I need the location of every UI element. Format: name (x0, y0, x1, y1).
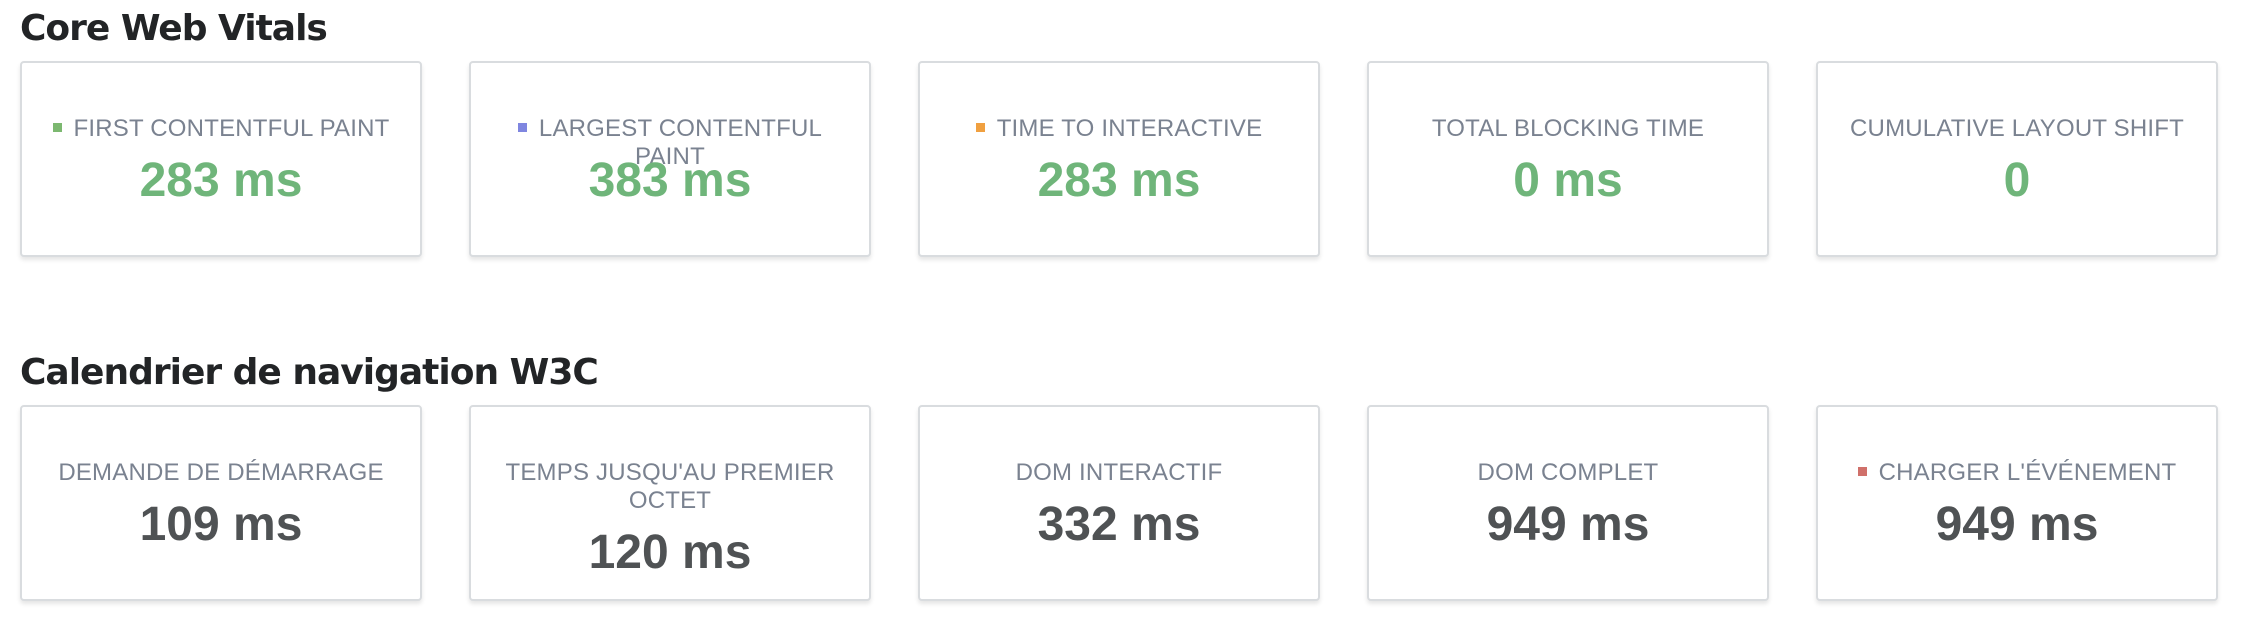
w3c-navigation-timing-cards: DEMANDE DE DÉMARRAGE 109 ms TEMPS JUSQU'… (20, 405, 2225, 603)
w3c-navigation-timing-heading: Calendrier de navigation W3C (20, 352, 599, 393)
metric-label: CUMULATIVE LAYOUT SHIFT (1838, 115, 2196, 143)
metric-label: TOTAL BLOCKING TIME (1389, 115, 1747, 143)
legend-square-icon (52, 123, 62, 133)
metric-value: 949 ms (1486, 498, 1650, 551)
metric-value: 109 ms (139, 498, 303, 551)
metric-label: DOM COMPLET (1389, 459, 1747, 487)
core-web-vitals-cards: FIRST CONTENTFUL PAINT 283 ms LARGEST CO… (20, 61, 2225, 259)
legend-square-icon (975, 123, 985, 133)
metric-label: TEMPS JUSQU'AU PREMIER OCTET (501, 459, 839, 515)
metric-value: 0 (2003, 154, 2031, 207)
metric-card-time-to-interactive: TIME TO INTERACTIVE 283 ms (918, 61, 1320, 257)
metric-card-request-start: DEMANDE DE DÉMARRAGE 109 ms (20, 405, 422, 601)
metric-card-largest-contentful-paint: LARGEST CONTENTFUL PAINT 383 ms (469, 61, 871, 257)
metric-label-text: DOM INTERACTIF (1015, 459, 1223, 486)
metric-value: 949 ms (1935, 498, 2099, 551)
metric-card-first-contentful-paint: FIRST CONTENTFUL PAINT 283 ms (20, 61, 422, 257)
metric-label-text: TIME TO INTERACTIVE (996, 115, 1263, 142)
metric-label: CHARGER L'ÉVÉNEMENT (1838, 459, 2196, 487)
metric-label-text: FIRST CONTENTFUL PAINT (73, 115, 390, 142)
metric-card-cumulative-layout-shift: CUMULATIVE LAYOUT SHIFT 0 (1816, 61, 2218, 257)
metric-value: 332 ms (1037, 498, 1201, 551)
metric-value: 120 ms (588, 526, 752, 579)
metric-label: TIME TO INTERACTIVE (940, 115, 1298, 143)
metric-card-time-to-first-byte: TEMPS JUSQU'AU PREMIER OCTET 120 ms (469, 405, 871, 601)
metric-label-text: TOTAL BLOCKING TIME (1431, 115, 1705, 142)
metric-value: 383 ms (588, 154, 752, 207)
metric-value: 0 ms (1513, 154, 1623, 207)
metric-label-text: DOM COMPLET (1477, 459, 1659, 486)
metric-label: DOM INTERACTIF (940, 459, 1298, 487)
legend-square-icon (1857, 467, 1867, 477)
metric-value: 283 ms (139, 154, 303, 207)
metric-card-load-event: CHARGER L'ÉVÉNEMENT 949 ms (1816, 405, 2218, 601)
metric-label: DEMANDE DE DÉMARRAGE (42, 459, 400, 487)
metric-value: 283 ms (1037, 154, 1201, 207)
metric-label: FIRST CONTENTFUL PAINT (42, 115, 400, 143)
metric-card-dom-interactive: DOM INTERACTIF 332 ms (918, 405, 1320, 601)
metric-label-text: CUMULATIVE LAYOUT SHIFT (1850, 115, 2184, 142)
metric-card-dom-complete: DOM COMPLET 949 ms (1367, 405, 1769, 601)
core-web-vitals-heading: Core Web Vitals (20, 8, 328, 49)
metric-label-text: DEMANDE DE DÉMARRAGE (58, 459, 384, 486)
legend-square-icon (517, 123, 527, 133)
metric-card-total-blocking-time: TOTAL BLOCKING TIME 0 ms (1367, 61, 1769, 257)
metric-label-text: TEMPS JUSQU'AU PREMIER OCTET (505, 459, 835, 514)
metric-label-text: CHARGER L'ÉVÉNEMENT (1878, 459, 2177, 486)
